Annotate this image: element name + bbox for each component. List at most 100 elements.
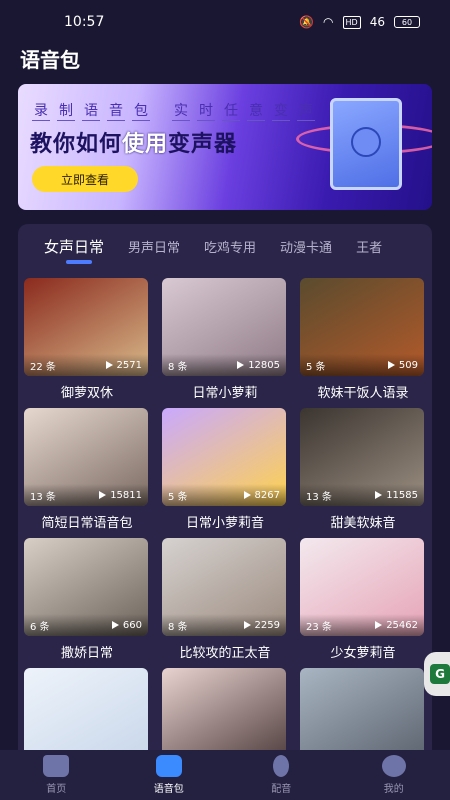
item-count: 22 条 (30, 361, 56, 373)
item-count: 13 条 (306, 491, 332, 503)
tab-female-daily[interactable]: 女声日常 (44, 236, 104, 264)
floating-widget-button[interactable]: G (424, 652, 450, 696)
wifi-icon: ◠ (323, 15, 334, 29)
voice-pack-card[interactable]: 23 条 25462 少女萝莉音 (300, 538, 426, 668)
play-icon (237, 361, 245, 369)
item-count: 8 条 (168, 621, 188, 633)
voice-pack-thumbnail: 5 条 509 (300, 278, 424, 376)
status-time: 10:57 (64, 14, 105, 30)
book-illustration (330, 98, 402, 190)
tab-male-daily[interactable]: 男声日常 (128, 237, 180, 256)
item-count: 5 条 (168, 491, 188, 503)
card-meta: 5 条 8267 (162, 484, 286, 506)
voice-pack-card[interactable]: 13 条 15811 简短日常语音包 (24, 408, 150, 538)
microphone-icon (273, 755, 290, 777)
floating-widget-icon: G (430, 664, 450, 684)
nav-label: 我的 (383, 784, 404, 795)
voice-pack-card[interactable]: 8 条 2259 比较攻的正太音 (162, 538, 288, 668)
card-meta: 5 条 509 (300, 354, 424, 376)
voice-pack-grid: 22 条 2571 御萝双休 8 条 12805 日常小萝莉 5 条 509 软妹干饭人语录 13… (24, 278, 426, 798)
nav-label: 配音 (271, 784, 292, 795)
nav-label: 语音包 (153, 784, 184, 795)
play-icon (111, 621, 119, 629)
play-count: 8267 (243, 490, 280, 501)
card-meta: 23 条 25462 (300, 614, 424, 636)
item-count: 13 条 (30, 491, 56, 503)
play-count: 25462 (375, 620, 418, 631)
card-title: 御萝双休 (60, 386, 113, 401)
play-count-value: 15811 (110, 489, 142, 501)
play-icon (375, 491, 383, 499)
battery-icon: 60 (394, 16, 420, 28)
card-title: 甜美软妹音 (330, 516, 396, 531)
nav-dubbing[interactable]: 配音 (241, 755, 321, 795)
play-count-value: 25462 (386, 619, 418, 631)
tab-anime[interactable]: 动漫卡通 (280, 237, 332, 256)
voice-pack-panel: 女声日常 男声日常 吃鸡专用 动漫卡通 王者 22 条 2571 御萝双休 8 条 12… (18, 224, 432, 800)
voice-pack-card[interactable]: 22 条 2571 御萝双休 (24, 278, 150, 408)
play-count: 2259 (243, 619, 280, 631)
play-count: 15811 (99, 490, 142, 501)
nav-home[interactable]: 首页 (16, 755, 96, 795)
voice-pack-icon (155, 755, 182, 777)
voice-pack-thumbnail: 5 条 8267 (162, 408, 286, 506)
hd-badge: HD (342, 15, 361, 29)
play-count: 2571 (105, 359, 142, 371)
play-count: 509 (387, 359, 418, 371)
voice-pack-thumbnail: 22 条 2571 (24, 278, 148, 376)
profile-icon (381, 755, 406, 777)
play-icon (99, 491, 107, 499)
play-count-value: 660 (122, 619, 142, 631)
card-title: 少女萝莉音 (330, 646, 396, 661)
card-meta: 13 条 11585 (300, 484, 424, 506)
voice-pack-thumbnail: 13 条 15811 (24, 408, 148, 506)
promo-banner[interactable]: 录制语音包 实时任意变声 教你如何使用变声器 立即查看 (18, 84, 432, 210)
play-count-value: 2571 (116, 359, 142, 371)
card-title: 简短日常语音包 (41, 516, 133, 531)
mute-icon: 🔕 (299, 15, 315, 29)
play-count-value: 11585 (386, 489, 418, 501)
bottom-nav: 首页 语音包 配音 我的 (0, 750, 450, 800)
card-meta: 8 条 12805 (162, 354, 286, 376)
category-tabs: 女声日常 男声日常 吃鸡专用 动漫卡通 王者 (18, 224, 432, 268)
banner-subtitle: 录制语音包 实时任意变声 (32, 100, 315, 121)
play-icon (243, 621, 251, 629)
banner-headline: 教你如何使用变声器 (30, 132, 238, 157)
voice-pack-card[interactable]: 13 条 11585 甜美软妹音 (300, 408, 426, 538)
status-bar: 10:57 🔕 ◠ HD 46 60 (0, 0, 450, 44)
voice-pack-thumbnail: 6 条 660 (24, 538, 148, 636)
microphone-icon (351, 127, 381, 157)
nav-profile[interactable]: 我的 (354, 755, 434, 795)
item-count: 5 条 (306, 361, 326, 373)
card-title: 比较攻的正太音 (179, 646, 271, 661)
status-icons: 🔕 ◠ HD 46 60 (299, 15, 420, 29)
play-icon (375, 621, 383, 629)
voice-pack-card[interactable]: 5 条 509 软妹干饭人语录 (300, 278, 426, 408)
voice-pack-thumbnail: 13 条 11585 (300, 408, 424, 506)
voice-pack-thumbnail: 8 条 2259 (162, 538, 286, 636)
signal-icon: 46 (369, 15, 385, 29)
voice-pack-thumbnail: 8 条 12805 (162, 278, 286, 376)
play-count: 12805 (237, 360, 280, 371)
voice-pack-thumbnail: 23 条 25462 (300, 538, 424, 636)
item-count: 23 条 (306, 621, 332, 633)
voice-pack-card[interactable]: 5 条 8267 日常小萝莉音 (162, 408, 288, 538)
voice-pack-card[interactable]: 8 条 12805 日常小萝莉 (162, 278, 288, 408)
card-title: 日常小萝莉音 (185, 516, 264, 531)
nav-voice-pack[interactable]: 语音包 (129, 755, 209, 795)
card-meta: 13 条 15811 (24, 484, 148, 506)
tab-kings[interactable]: 王者 (356, 237, 382, 256)
play-count-value: 509 (398, 359, 418, 371)
play-count-value: 2259 (254, 619, 280, 631)
tab-pubg[interactable]: 吃鸡专用 (204, 237, 256, 256)
view-now-button[interactable]: 立即查看 (32, 166, 138, 192)
card-meta: 22 条 2571 (24, 354, 148, 376)
play-icon (387, 361, 395, 369)
home-icon (43, 755, 70, 777)
voice-pack-card[interactable]: 6 条 660 撒娇日常 (24, 538, 150, 668)
play-icon (243, 491, 251, 499)
play-icon (105, 361, 113, 369)
item-count: 6 条 (30, 621, 50, 633)
play-count: 660 (111, 619, 142, 631)
nav-label: 首页 (46, 784, 67, 795)
